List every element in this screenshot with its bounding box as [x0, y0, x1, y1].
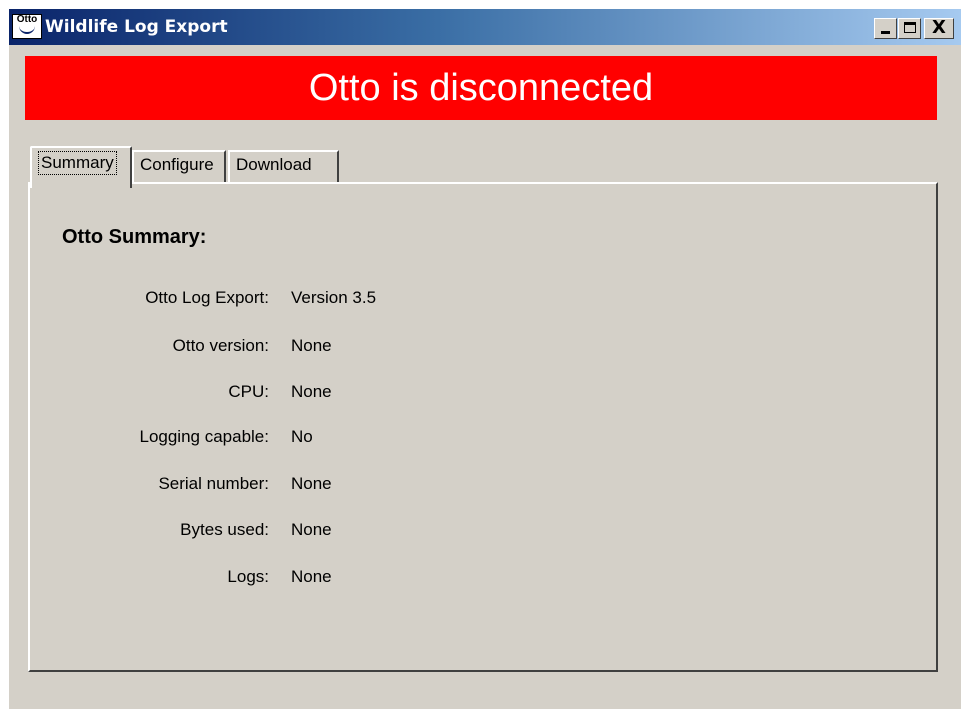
summary-row-cpu: CPU: None — [30, 380, 530, 404]
close-icon: X — [932, 17, 946, 38]
smile-icon — [19, 26, 35, 34]
app-logo-icon[interactable]: Otto — [12, 14, 42, 39]
row-value: None — [291, 520, 332, 539]
connection-status-banner: Otto is disconnected — [25, 56, 937, 120]
summary-row-log-export: Otto Log Export: Version 3.5 — [30, 286, 530, 310]
window-title: Wildlife Log Export — [45, 17, 228, 37]
app-icon-text: Otto — [16, 14, 38, 25]
summary-row-otto-version: Otto version: None — [30, 334, 530, 358]
row-value: None — [291, 567, 332, 586]
summary-row-logging-capable: Logging capable: No — [30, 425, 530, 449]
maximize-button[interactable] — [898, 18, 921, 39]
tab-download-label: Download — [236, 155, 312, 174]
row-label: Bytes used: — [180, 520, 269, 539]
minimize-button[interactable] — [874, 18, 897, 39]
title-bar[interactable]: Otto Wildlife Log Export X — [9, 9, 961, 45]
row-label: Serial number: — [158, 474, 269, 493]
row-label: Logging capable: — [139, 427, 269, 446]
tab-download[interactable]: Download — [228, 150, 339, 183]
row-value: Version 3.5 — [291, 288, 377, 307]
row-label: CPU: — [228, 382, 269, 401]
row-value: None — [291, 382, 332, 401]
tab-summary[interactable]: Summary — [30, 146, 132, 188]
close-button[interactable]: X — [924, 18, 954, 39]
summary-row-serial-number: Serial number: None — [30, 472, 530, 496]
row-label: Logs: — [227, 567, 269, 586]
summary-row-bytes-used: Bytes used: None — [30, 518, 530, 542]
row-value: None — [291, 336, 332, 355]
minimize-icon — [881, 31, 890, 34]
row-label: Otto version: — [172, 336, 269, 355]
row-value: None — [291, 474, 332, 493]
row-label: Otto Log Export: — [145, 288, 269, 307]
summary-row-logs: Logs: None — [30, 565, 530, 589]
row-value: No — [291, 427, 313, 446]
summary-heading: Otto Summary: — [62, 226, 207, 248]
tab-configure-label: Configure — [140, 155, 214, 174]
tab-summary-label: Summary — [38, 151, 117, 175]
maximize-icon — [904, 22, 916, 33]
summary-panel: Otto Summary: Otto Log Export: Version 3… — [28, 182, 938, 672]
tab-configure[interactable]: Configure — [132, 150, 226, 183]
